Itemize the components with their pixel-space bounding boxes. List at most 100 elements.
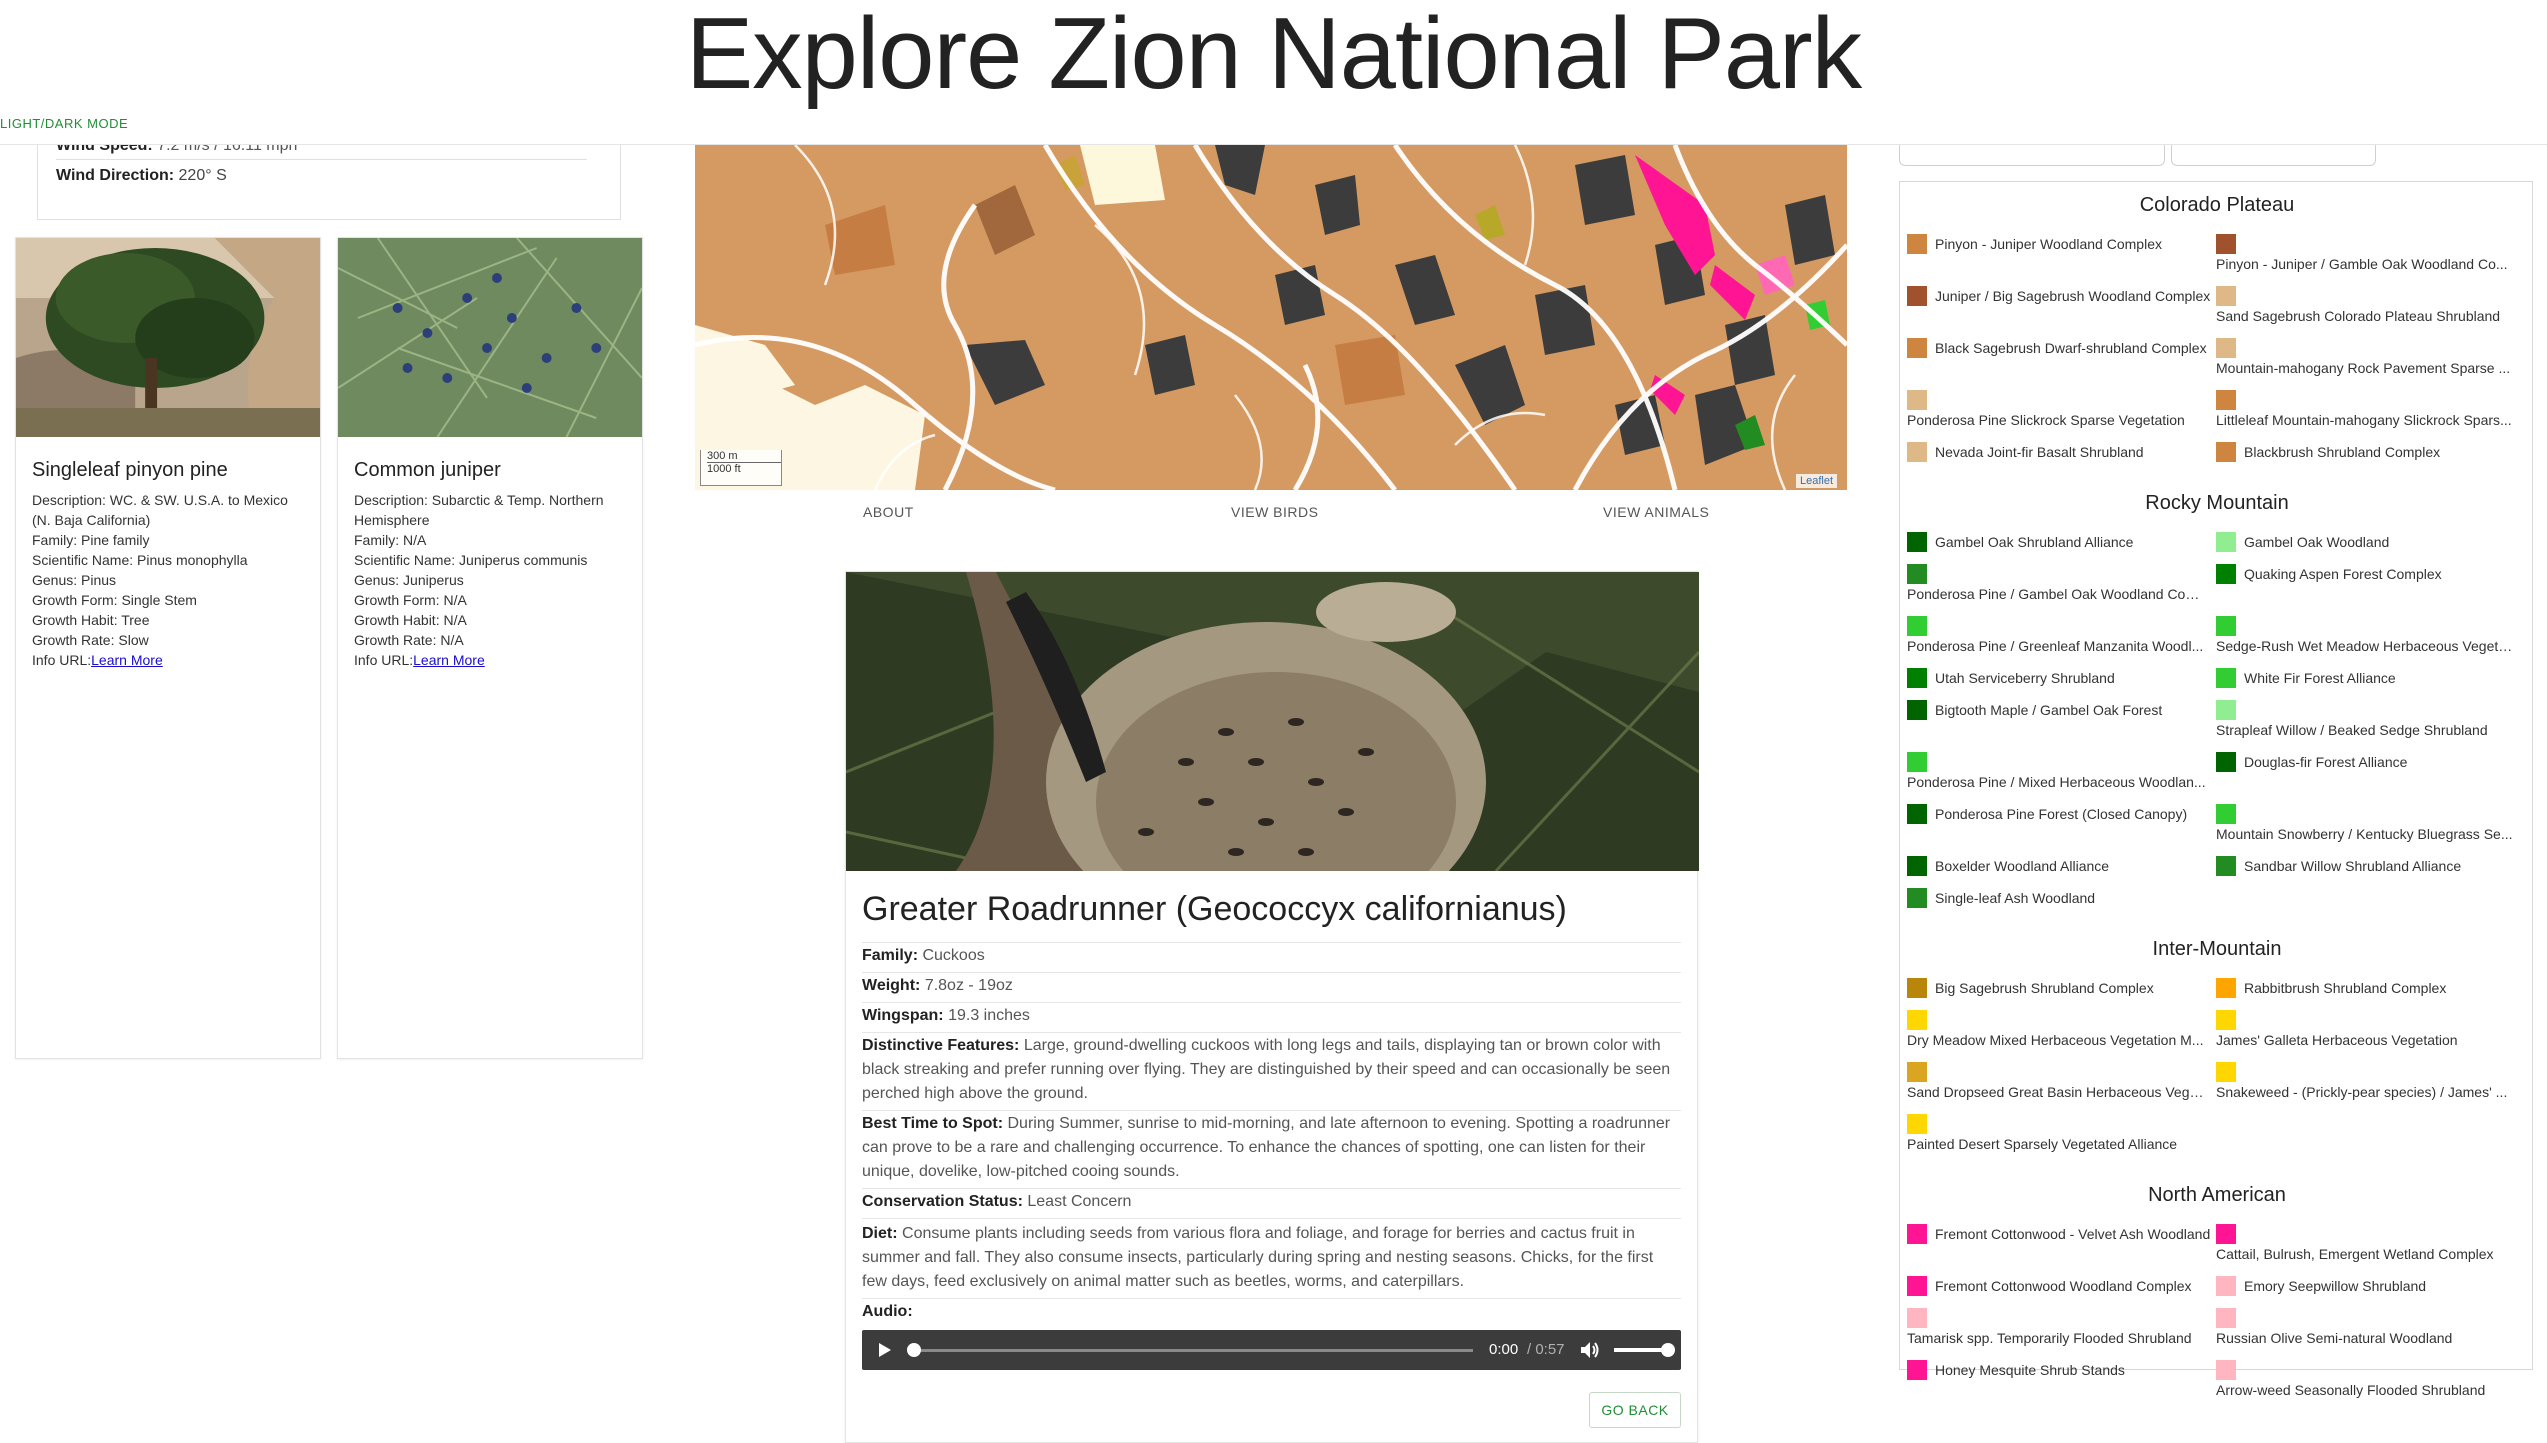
plant-genus: Genus: Pinus [32,572,117,588]
legend-swatch [2216,700,2236,720]
legend-tab[interactable] [2171,143,2376,166]
bird-audio-row: Audio: [862,1300,1681,1328]
legend-item-label: Big Sagebrush Shrubland Complex [1935,980,2154,996]
legend-item-label: Quaking Aspen Forest Complex [2244,566,2442,582]
plant-growth-rate: Growth Rate: N/A [354,632,464,648]
legend-swatch [1907,532,1927,552]
legend-group-heading: Rocky Mountain [2145,492,2289,514]
bird-conservation-row: Conservation Status: Least Concern [862,1190,1681,1219]
nav-view-animals[interactable]: VIEW ANIMALS [1603,504,1709,520]
legend-item-label: Gambel Oak Woodland [2244,534,2390,550]
play-icon[interactable] [878,1342,892,1358]
legend-swatch [1907,564,1927,584]
roadrunner-photo [846,572,1699,871]
legend-item-label: White Fir Forest Alliance [2244,670,2396,686]
learn-more-link[interactable]: Learn More [91,652,163,668]
features-label: Distinctive Features: [862,1037,1020,1054]
nav-view-birds[interactable]: VIEW BIRDS [1231,504,1318,520]
legend-item-label: Boxelder Woodland Alliance [1935,858,2110,874]
legend-item-label: Single-leaf Ash Woodland [1935,890,2096,906]
legend-item-label: Fremont Cottonwood - Velvet Ash Woodland [1935,1226,2211,1242]
legend-swatch [1907,978,1927,998]
legend-item-label: Ponderosa Pine Forest (Closed Canopy) [1935,806,2188,822]
title-divider [862,942,1681,943]
legend-swatch [2216,442,2236,462]
bird-family-row: Family: Cuckoos [862,944,1681,973]
legend-item-label: Utah Serviceberry Shrubland [1935,670,2115,686]
audio-label: Audio: [862,1303,913,1320]
legend-item-label: Douglas-fir Forest Alliance [2244,754,2408,770]
legend-swatch [2216,338,2236,358]
legend-item-label: Sand Sagebrush Colorado Plateau Shrublan… [2216,308,2501,324]
legend-item-label: Honey Mesquite Shrub Stands [1935,1362,2125,1378]
bird-weight-row: Weight: 7.8oz - 19oz [862,974,1681,1003]
map-tiles[interactable] [695,145,1847,490]
legend-swatch [2216,1010,2236,1030]
legend-swatch [2216,234,2236,254]
legend-swatch [2216,1276,2236,1296]
plant-info-url: Info URL:Learn More [32,650,304,670]
family-label: Family: [862,947,919,964]
legend-item-label: Russian Olive Semi-natural Woodland [2216,1330,2453,1346]
volume-handle[interactable] [1661,1343,1675,1357]
pinyon-pine-photo [16,238,320,437]
legend-item-label: Fremont Cottonwood Woodland Complex [1935,1278,2192,1294]
legend-swatch [1907,1224,1927,1244]
plant-card: Singleleaf pinyon pine Description: WC. … [15,237,321,1059]
legend-item-label: Mountain-mahogany Rock Pavement Sparse .… [2216,360,2511,376]
audio-duration: / 0:57 [1527,1341,1565,1358]
audio-progress-track[interactable] [913,1349,1473,1352]
legend-swatch [1907,700,1927,720]
audio-player[interactable]: 0:00 / 0:57 [862,1330,1681,1370]
legend-swatch [1907,1010,1927,1030]
legend-item-label: Painted Desert Sparsely Vegetated Allian… [1907,1136,2178,1152]
legend-item-label: Tamarisk spp. Temporarily Flooded Shrubl… [1907,1330,2192,1346]
legend-item-label: Snakeweed - (Prickly-pear species) / Jam… [2216,1084,2508,1100]
wind-direction-row: Wind Direction: 220° S [56,167,587,185]
go-back-button[interactable]: GO BACK [1589,1392,1681,1428]
wingspan-value: 19.3 inches [948,1007,1030,1024]
legend-item-label: Ponderosa Pine / Gambel Oak Woodland Com… [1907,586,2207,602]
plant-name: Common juniper [354,459,501,481]
vegetation-map[interactable] [695,145,1847,490]
legend-tab[interactable] [1899,143,2165,166]
legend-item-label: Sandbar Willow Shrubland Alliance [2244,858,2462,874]
legend-group-heading: North American [2148,1184,2286,1206]
legend-swatch [1907,234,1927,254]
wingspan-label: Wingspan: [862,1007,944,1024]
legend-swatch [2216,564,2236,584]
wind-direction-value: 220° S [178,167,227,184]
legend-swatch [2216,752,2236,772]
legend-group-heading: Inter-Mountain [2152,938,2282,960]
audio-current-time: 0:00 [1489,1341,1519,1358]
legend-item-label: Bigtooth Maple / Gambel Oak Forest [1935,702,2163,718]
legend-swatch [2216,1360,2236,1380]
nav-about[interactable]: ABOUT [863,504,914,520]
plant-description: Description: WC. & SW. U.S.A. to Mexico … [32,492,288,528]
legend-item-label: Nevada Joint-fir Basalt Shrubland [1935,444,2144,460]
legend-swatch [1907,1062,1927,1082]
diet-value: Consume plants including seeds from vari… [862,1225,1654,1290]
legend-swatch [2216,668,2236,688]
plant-family: Family: N/A [354,532,427,548]
plant-growth-habit: Growth Habit: N/A [354,612,467,628]
legend-swatch [1907,1360,1927,1380]
conservation-value: Least Concern [1027,1193,1132,1210]
plant-info-url: Info URL:Learn More [354,650,626,670]
legend-swatch [1907,616,1927,636]
volume-slider[interactable] [1614,1348,1666,1352]
legend-item-label: Gambel Oak Shrubland Alliance [1935,534,2134,550]
legend-item-label: Pinyon - Juniper Woodland Complex [1935,236,2162,252]
family-value: Cuckoos [922,947,985,964]
legend-item-label: Black Sagebrush Dwarf-shrubland Complex [1935,340,2207,356]
legend-swatch [1907,888,1927,908]
learn-more-link[interactable]: Learn More [413,652,485,668]
volume-icon[interactable] [1580,1341,1600,1359]
audio-progress-handle[interactable] [907,1343,921,1357]
bird-diet-row: Diet: Consume plants including seeds fro… [862,1222,1681,1299]
legend-swatch [1907,390,1927,410]
legend-swatch [2216,616,2236,636]
light-dark-mode-toggle[interactable]: LIGHT/DARK MODE [0,116,128,131]
legend-group-heading: Colorado Plateau [2139,194,2295,216]
map-attribution[interactable]: Leaflet [1795,474,1837,488]
